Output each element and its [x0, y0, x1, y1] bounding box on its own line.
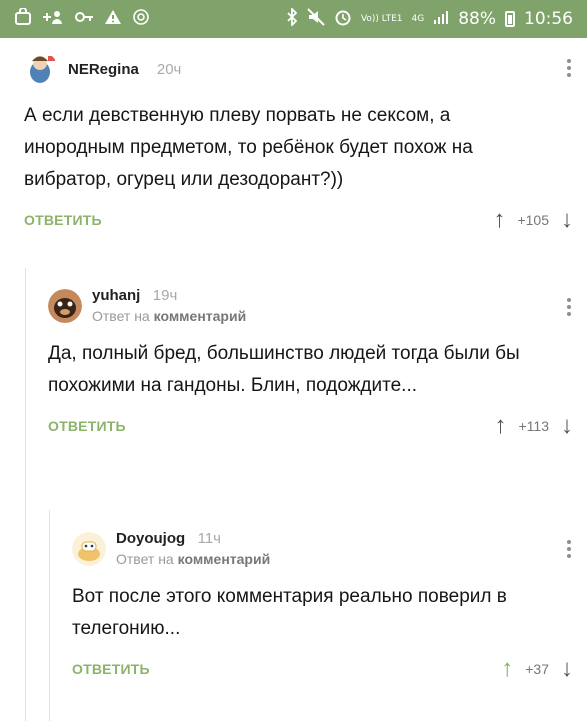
- reply-to-link[interactable]: комментарий: [178, 551, 271, 567]
- comment-meta: yuhanj 19ч Ответ на комментарий: [92, 287, 246, 324]
- reply-button[interactable]: ОТВЕТИТЬ: [48, 418, 126, 434]
- more-options-icon[interactable]: [567, 298, 571, 316]
- author-name[interactable]: NERegina: [68, 61, 139, 78]
- battery-icon: [505, 11, 515, 27]
- comment: yuhanj 19ч Ответ на комментарий Да, полн…: [48, 287, 573, 438]
- alarm-icon: [334, 8, 352, 30]
- reply-to-line: Ответ на комментарий: [92, 308, 246, 324]
- reply-to-line: Ответ на комментарий: [116, 551, 270, 567]
- vote-controls: ↑ +37 ↓: [501, 657, 573, 681]
- comment-text: А если девственную плеву порвать не секс…: [24, 105, 473, 190]
- thread-line-level-1: [25, 268, 26, 721]
- vote-controls: ↑ +105 ↓: [493, 208, 573, 232]
- author-name[interactable]: Doyoujog: [116, 530, 185, 547]
- thread-line-level-2: [49, 510, 50, 721]
- avatar[interactable]: [48, 288, 82, 323]
- vote-count: +37: [525, 661, 549, 677]
- network-type: Vo)) LTE1: [360, 13, 403, 24]
- more-options-icon[interactable]: [567, 59, 571, 77]
- reply-to-prefix: Ответ на: [116, 551, 174, 567]
- comment-text: Да, полный бред, большинство людей тогда…: [48, 343, 520, 396]
- battery-percent: 88%: [458, 9, 496, 29]
- comment: Doyoujog 11ч Ответ на комментарий Вот по…: [72, 530, 573, 681]
- add-user-icon: [42, 9, 64, 29]
- signal-type: 4G: [411, 13, 425, 24]
- status-bar: Vo)) LTE1 4G 88% 10:56: [0, 0, 587, 38]
- reply-button[interactable]: ОТВЕТИТЬ: [72, 661, 150, 677]
- status-bar-left: [14, 7, 150, 30]
- vote-controls: ↑ +113 ↓: [495, 414, 574, 438]
- comment-header: Doyoujog 11ч Ответ на комментарий: [72, 530, 573, 567]
- comment-actions: ОТВЕТИТЬ ↑ +105 ↓: [24, 208, 573, 232]
- reply-button[interactable]: ОТВЕТИТЬ: [24, 212, 102, 228]
- author-name[interactable]: yuhanj: [92, 287, 140, 304]
- vote-count: +105: [517, 212, 549, 228]
- vote-count: +113: [518, 418, 550, 434]
- upvote-icon[interactable]: ↑: [493, 208, 505, 232]
- upvote-icon[interactable]: ↑: [501, 657, 513, 681]
- comment-time: 20ч: [156, 60, 182, 78]
- clock: 10:56: [524, 9, 573, 29]
- warning-icon: [104, 9, 122, 29]
- settings-icon: [132, 8, 150, 30]
- comment-text: Вот после этого комментария реально пове…: [72, 586, 507, 639]
- comment-actions: ОТВЕТИТЬ ↑ +37 ↓: [72, 657, 573, 681]
- upvote-icon[interactable]: ↑: [495, 414, 507, 438]
- status-bar-right: Vo)) LTE1 4G 88% 10:56: [286, 6, 573, 30]
- reply-to-prefix: Ответ на: [92, 308, 150, 324]
- key-icon: [74, 9, 94, 29]
- comment-header: yuhanj 19ч Ответ на комментарий: [48, 287, 573, 324]
- downvote-icon[interactable]: ↓: [561, 657, 573, 681]
- downvote-icon[interactable]: ↓: [561, 208, 573, 232]
- bluetooth-icon: [286, 6, 298, 30]
- comment-header: NERegina 20ч: [24, 52, 573, 86]
- signal-icon: [433, 9, 449, 29]
- comment-time: 19ч: [152, 287, 178, 304]
- comment-time: 11ч: [197, 530, 221, 547]
- avatar[interactable]: [72, 531, 106, 566]
- downvote-icon[interactable]: ↓: [561, 414, 573, 438]
- more-options-icon[interactable]: [567, 540, 571, 558]
- comment-actions: ОТВЕТИТЬ ↑ +113 ↓: [48, 414, 573, 438]
- comment: NERegina 20ч А если девственную плеву по…: [24, 52, 573, 232]
- mute-icon: [307, 8, 325, 30]
- comment-meta: Doyoujog 11ч Ответ на комментарий: [116, 530, 270, 567]
- avatar[interactable]: [24, 52, 58, 86]
- reply-to-link[interactable]: комментарий: [154, 308, 247, 324]
- shopping-bag-icon: [14, 7, 32, 30]
